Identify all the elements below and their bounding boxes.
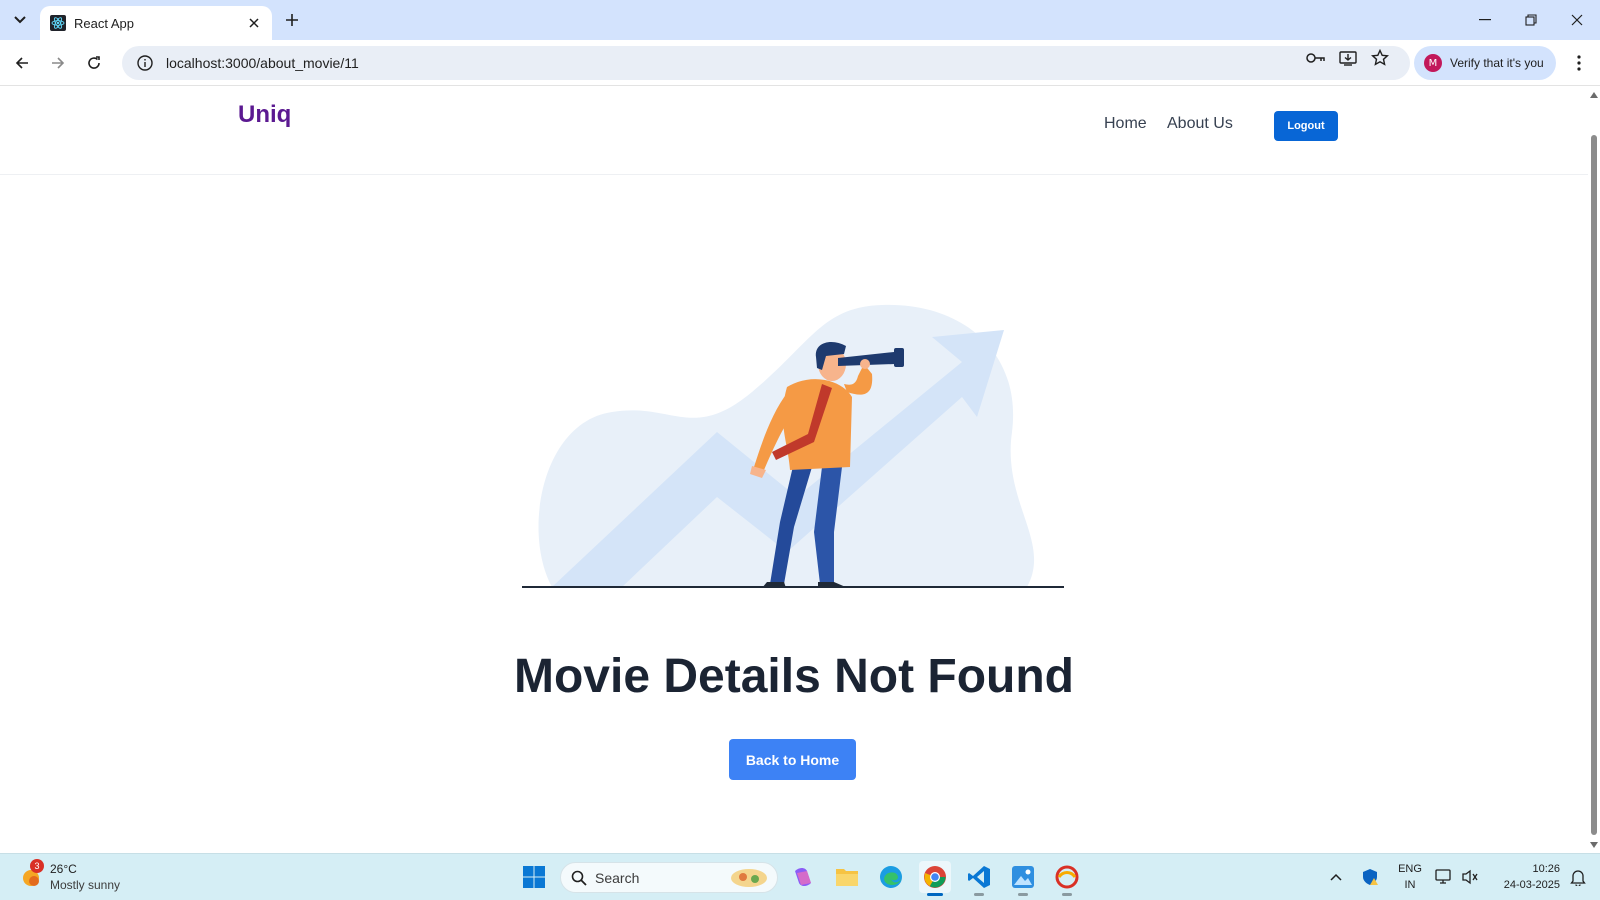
react-favicon-icon [50, 15, 66, 31]
site-header: Uniq Home About Us Logout [0, 87, 1588, 175]
running-indicator [974, 893, 984, 896]
file-explorer-icon[interactable] [831, 861, 863, 893]
chevron-up-icon[interactable] [1324, 861, 1348, 893]
page-scrollbar[interactable] [1588, 87, 1600, 853]
clock-time[interactable]: 10:26 [1494, 863, 1560, 875]
chrome-icon[interactable] [919, 861, 951, 896]
page-viewport: Uniq Home About Us Logout Movie Details … [0, 87, 1588, 853]
windows-start-icon[interactable] [518, 861, 550, 893]
scroll-up-icon[interactable] [1590, 91, 1598, 99]
edge-icon[interactable] [875, 861, 907, 893]
more-vert-icon[interactable] [1568, 51, 1590, 75]
close-icon[interactable] [246, 15, 262, 31]
tab-title: React App [74, 15, 134, 31]
avatar: M [1424, 54, 1442, 72]
logout-button[interactable]: Logout [1274, 111, 1338, 141]
back-arrow-icon[interactable] [10, 51, 34, 75]
clock-date[interactable]: 24-03-2025 [1494, 879, 1560, 891]
vscode-icon[interactable] [963, 861, 995, 896]
taskbar-search[interactable]: Search [560, 862, 778, 893]
language-region[interactable]: IN [1396, 879, 1424, 891]
password-key-icon[interactable] [1306, 48, 1326, 68]
nav-home-link[interactable]: Home [1104, 115, 1147, 133]
language-code[interactable]: ENG [1396, 863, 1424, 875]
site-logo[interactable]: Uniq [238, 101, 291, 129]
windows-taskbar: 3 26°C Mostly sunny Search ENG IN 10:26 … [0, 853, 1600, 900]
active-indicator [927, 893, 943, 896]
scroll-down-icon[interactable] [1590, 841, 1598, 849]
forward-arrow-icon[interactable] [46, 51, 70, 75]
back-to-home-button[interactable]: Back to Home [729, 739, 856, 780]
volume-icon[interactable] [1458, 861, 1482, 893]
minimize-icon[interactable] [1473, 8, 1497, 32]
url-text[interactable]: localhost:3000/about_movie/11 [166, 55, 359, 71]
weather-badge: 3 [30, 859, 44, 873]
search-icon [571, 870, 587, 886]
search-label: Search [595, 869, 640, 886]
browser-tab[interactable]: React App [40, 6, 272, 40]
browser-titlebar: React App [0, 0, 1600, 40]
reload-icon[interactable] [82, 51, 106, 75]
app-icon[interactable] [1051, 861, 1083, 896]
copilot-icon[interactable] [787, 861, 819, 893]
plus-icon[interactable] [282, 10, 302, 30]
weather-description[interactable]: Mostly sunny [50, 878, 120, 892]
nav-about-link[interactable]: About Us [1167, 115, 1233, 133]
address-bar[interactable]: localhost:3000/about_movie/11 [122, 46, 1410, 80]
page-title: Movie Details Not Found [513, 650, 1074, 703]
profile-button[interactable]: M Verify that it's you [1414, 46, 1556, 80]
network-icon[interactable] [1432, 861, 1456, 893]
profile-label: Verify that it's you [1450, 56, 1544, 70]
weather-temperature[interactable]: 26°C [50, 862, 77, 876]
search-highlight-icon [731, 869, 767, 887]
restore-icon[interactable] [1519, 8, 1543, 32]
running-indicator [1018, 893, 1028, 896]
ground-line [522, 586, 1064, 588]
browser-toolbar: localhost:3000/about_movie/11 M Verify t… [0, 40, 1600, 86]
tab-list-icon[interactable] [8, 8, 32, 32]
install-icon[interactable] [1338, 48, 1358, 68]
star-icon[interactable] [1370, 48, 1390, 68]
not-found-illustration [522, 304, 1064, 588]
running-indicator [1062, 893, 1072, 896]
bell-icon[interactable] [1566, 861, 1590, 893]
site-info-icon[interactable] [136, 54, 154, 72]
scroll-thumb[interactable] [1591, 135, 1597, 835]
photos-icon[interactable] [1007, 861, 1039, 896]
shield-icon[interactable] [1358, 861, 1382, 893]
close-window-icon[interactable] [1565, 8, 1589, 32]
